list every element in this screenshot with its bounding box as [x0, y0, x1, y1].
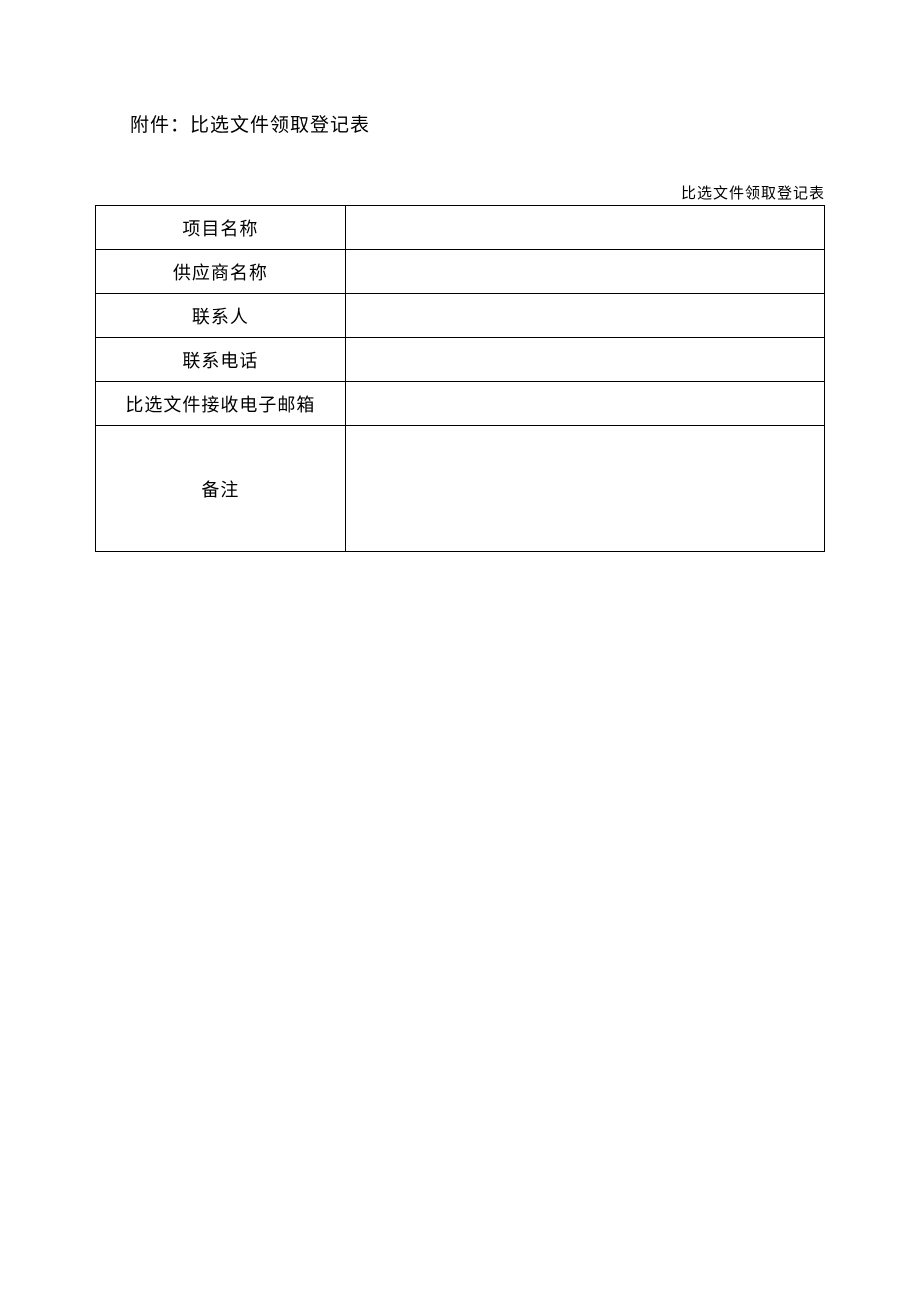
row-value-supplier-name: [345, 250, 824, 294]
attachment-title: 附件：比选文件领取登记表: [130, 110, 920, 137]
row-value-contact-phone: [345, 338, 824, 382]
table-row: 联系人: [96, 294, 825, 338]
table-row: 项目名称: [96, 206, 825, 250]
row-label-email: 比选文件接收电子邮箱: [96, 382, 346, 426]
table-row: 联系电话: [96, 338, 825, 382]
row-label-project-name: 项目名称: [96, 206, 346, 250]
row-value-contact-person: [345, 294, 824, 338]
row-value-project-name: [345, 206, 824, 250]
registration-form-table: 项目名称 供应商名称 联系人 联系电话 比选文件接收电子邮箱 备注: [95, 205, 825, 552]
row-label-contact-phone: 联系电话: [96, 338, 346, 382]
table-row: 比选文件接收电子邮箱: [96, 382, 825, 426]
row-value-remarks: [345, 426, 824, 552]
table-row: 供应商名称: [96, 250, 825, 294]
table-row: 备注: [96, 426, 825, 552]
row-label-supplier-name: 供应商名称: [96, 250, 346, 294]
row-value-email: [345, 382, 824, 426]
row-label-contact-person: 联系人: [96, 294, 346, 338]
row-label-remarks: 备注: [96, 426, 346, 552]
table-caption: 比选文件领取登记表: [0, 182, 825, 203]
